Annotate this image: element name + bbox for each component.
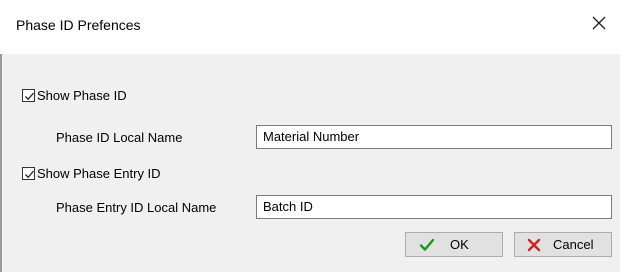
show-phase-entry-id-checkbox-row[interactable]: Show Phase Entry ID — [22, 166, 161, 181]
dialog-title: Phase ID Prefences — [16, 17, 141, 33]
phase-entry-id-local-name-label: Phase Entry ID Local Name — [56, 200, 217, 215]
title-bar: Phase ID Prefences — [0, 0, 620, 54]
show-phase-entry-id-checkbox[interactable] — [22, 167, 35, 180]
ok-button[interactable]: OK — [405, 232, 503, 257]
show-phase-id-label: Show Phase ID — [37, 88, 127, 103]
cancel-button[interactable]: Cancel — [514, 232, 612, 257]
show-phase-id-checkbox[interactable] — [22, 89, 35, 102]
phase-id-preferences-dialog: Phase ID Prefences Show Phase ID Phase I… — [0, 0, 620, 272]
close-icon — [592, 16, 606, 30]
checkmark-icon — [419, 238, 435, 251]
show-phase-id-checkbox-row[interactable]: Show Phase ID — [22, 88, 127, 103]
phase-entry-id-local-name-input[interactable]: Batch ID — [256, 195, 612, 219]
checkmark-icon — [25, 92, 34, 101]
close-button[interactable] — [586, 10, 612, 36]
phase-id-local-name-input[interactable]: Material Number — [256, 125, 612, 149]
phase-id-local-name-label: Phase ID Local Name — [56, 130, 183, 145]
ok-button-label: OK — [450, 237, 469, 252]
show-phase-entry-id-label: Show Phase Entry ID — [37, 166, 161, 181]
cancel-button-label: Cancel — [553, 237, 594, 252]
x-icon — [527, 238, 541, 251]
checkmark-icon — [25, 170, 34, 179]
